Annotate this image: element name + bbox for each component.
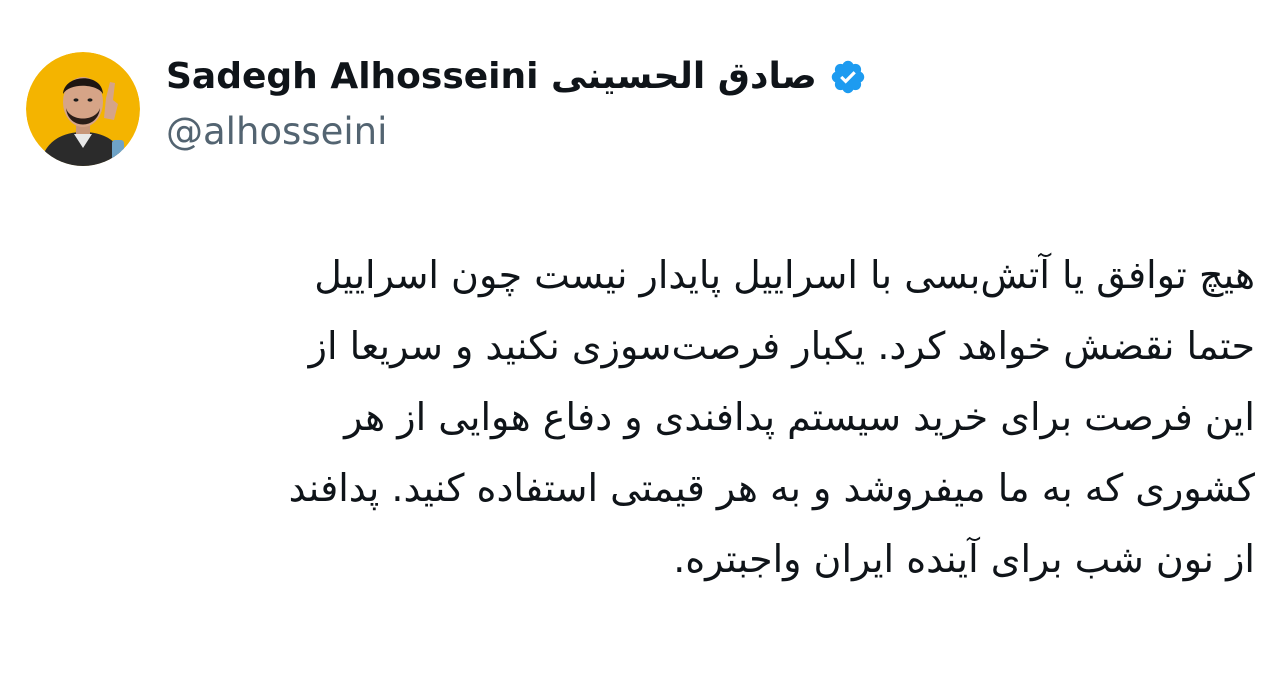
verified-badge-icon[interactable]	[829, 58, 867, 96]
tweet-card: Sadegh Alhosseini صادق الحسینی @alhossei…	[0, 0, 1280, 673]
user-handle[interactable]: @alhosseini	[166, 110, 867, 154]
name-row: Sadegh Alhosseini صادق الحسینی	[166, 52, 867, 102]
avatar[interactable]	[26, 52, 140, 166]
avatar-image	[26, 52, 140, 166]
tweet-header: Sadegh Alhosseini صادق الحسینی @alhossei…	[26, 52, 867, 172]
author-names: Sadegh Alhosseini صادق الحسینی @alhossei…	[166, 52, 867, 154]
tweet-text: هیچ توافق یا آتش‌بسی با اسراییل پایدار ن…	[288, 253, 1255, 581]
display-name[interactable]: Sadegh Alhosseini صادق الحسینی	[166, 55, 817, 99]
